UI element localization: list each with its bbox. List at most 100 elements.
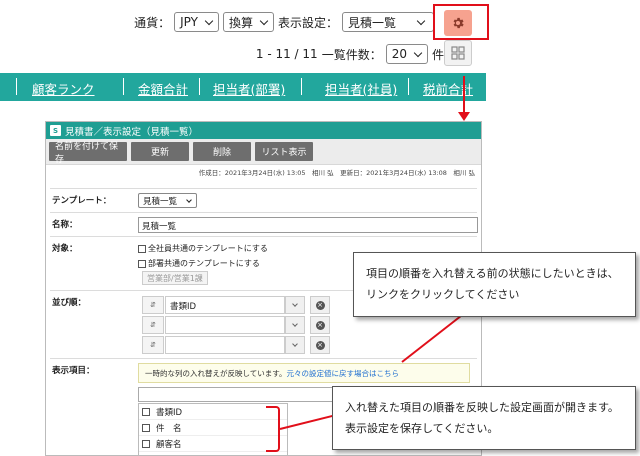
list-toolbar: 通貨： JPY 換算 表示設定： 見積一覧 1 - 11 / 11 一覧件数： … [0,0,486,70]
chevron-down-icon [292,301,298,307]
dept-checkbox[interactable]: 部署共通のテンプレートにする [138,258,260,269]
dialog-title: 見積書／表示設定（見積一覧） [65,126,199,138]
column-header-bar: 顧客ランク 金額合計 担当者(部署) 担当者(社員) 税前合計 [0,73,486,101]
template-select[interactable]: 見積一覧 [138,193,198,208]
display-setting-select[interactable]: 見積一覧 [341,12,434,32]
display-setting-label: 表示設定： [277,15,338,30]
restore-original-link[interactable]: 元々の設定値に戻す場合はこちら [287,369,400,378]
chevron-down-icon [204,16,214,25]
sort-field-2[interactable] [165,316,285,334]
save-as-button[interactable]: 名前を付けて保存 [49,142,127,165]
divider [199,78,200,95]
remove-icon: × [315,320,325,330]
layout-toggle-button[interactable] [444,40,472,66]
divider [301,78,302,95]
list-item[interactable]: 顧客名 [139,436,287,452]
remove-sort-3[interactable]: × [310,336,330,354]
divider [123,78,124,95]
checkbox-box [142,407,150,416]
currency-select-value: JPY [180,15,198,29]
callout-line: 項目の順番を入れ替える前の状態にしたいときは、 [366,267,619,280]
sort-handle-icon[interactable]: ⇵ [142,316,164,334]
list-item-label: 顧客名 [156,439,182,450]
dept-select: 営業部/営業1課 [142,271,208,285]
per-page-unit: 件 [431,47,444,62]
checkbox-box [142,439,150,448]
dialog-action-bar: 名前を付けて保存 更新 削除 リスト表示 [46,139,481,165]
callout-save-hint: 入れ替えた項目の順番を反映した設定画面が開きます。 表示設定を保存してください。 [332,386,636,450]
callout-line: リンクをクリックしてください [366,288,520,301]
sort-field-1[interactable]: 書類ID [165,296,285,314]
per-page-value: 20 [391,47,407,61]
delete-button[interactable]: 削除 [193,142,251,161]
update-button[interactable]: 更新 [131,142,189,161]
chevron-down-icon [186,196,192,203]
target-label: 対象： [52,244,78,254]
checkbox-box [138,259,146,268]
currency-select[interactable]: JPY [174,12,219,32]
grid-icon [451,46,465,60]
name-row: 名称： 見積一覧 [50,212,478,236]
sort-field-3[interactable] [165,336,285,354]
list-item[interactable]: 書類ID [139,404,287,420]
chevron-down-icon [292,321,298,327]
record-meta: 作成日：2021年3月24日(水) 13:05 相川 弘 更新日：2021年3月… [198,169,475,177]
highlight-frame [433,4,489,40]
chevron-down-icon [416,16,426,25]
name-input[interactable]: 見積一覧 [138,217,478,233]
chevron-down-icon [413,48,423,57]
range-text: 1 - 11 / 11 [255,47,318,61]
all-staff-label: 全社員共通のテンプレートにする [148,244,268,253]
per-page-select[interactable]: 20 [385,44,428,64]
sort-row-1: ⇵ 書類ID × [142,296,332,314]
name-label: 名称： [52,220,78,230]
per-page-label: 一覧件数： [321,47,382,62]
remove-icon: × [315,300,325,310]
list-item[interactable]: 件 名 [139,420,287,436]
divider [16,78,17,95]
all-staff-checkbox[interactable]: 全社員共通のテンプレートにする [138,243,268,254]
list-view-button[interactable]: リスト表示 [255,142,313,161]
chevron-down-icon [259,16,269,25]
sort-row-2: ⇵ × [142,316,332,334]
checkbox-box [142,423,150,432]
remove-sort-1[interactable]: × [310,296,330,314]
conversion-select[interactable]: 換算 [222,12,274,32]
template-row: テンプレート： 見積一覧 [50,188,477,212]
list-item-label: 書類ID [156,407,183,418]
template-value: 見積一覧 [143,196,178,207]
display-items-label: 表示項目： [52,366,95,376]
column-amount-total[interactable]: 金額合計 [138,79,188,98]
remove-sort-2[interactable]: × [310,316,330,334]
sort-order-label: 並び順： [52,298,87,308]
sort-dropdown-2[interactable] [285,316,305,334]
sort-dropdown-1[interactable] [285,296,305,314]
currency-label: 通貨： [134,15,171,30]
dept-label: 部署共通のテンプレートにする [148,259,260,268]
pointer-arrow [463,76,465,116]
app-icon: S [50,125,61,136]
template-label: テンプレート： [52,196,112,206]
dialog-title-bar: S 見積書／表示設定（見積一覧） [46,122,481,139]
display-setting-value: 見積一覧 [347,15,396,30]
remove-icon: × [315,340,325,350]
column-staff-employee[interactable]: 担当者(社員) [325,79,397,98]
sort-handle-icon[interactable]: ⇵ [142,336,164,354]
list-item-label: 件 名 [156,423,182,434]
sort-handle-icon[interactable]: ⇵ [142,296,164,314]
callout-restore-hint: 項目の順番を入れ替える前の状態にしたいときは、 リンクをクリックしてください [353,252,636,317]
temporary-order-notice: 一時的な列の入れ替えが反映しています。元々の設定値に戻す場合はこちら [138,363,470,383]
column-pretax-total[interactable]: 税前合計 [423,79,473,98]
sort-row-3: ⇵ × [142,336,332,354]
column-staff-dept[interactable]: 担当者(部署) [213,79,285,98]
sort-dropdown-3[interactable] [285,336,305,354]
toolbar-row-settings: 通貨： JPY 換算 表示設定： 見積一覧 [134,12,434,32]
notice-text: 一時的な列の入れ替えが反映しています。 [145,369,287,378]
callout-line: 入れ替えた項目の順番を反映した設定画面が開きます。 [345,401,619,414]
column-customer-rank[interactable]: 顧客ランク [32,79,95,98]
callout-line: 表示設定を保存してください。 [345,422,499,435]
items-bracket [266,406,280,452]
chevron-down-icon [292,341,298,347]
toolbar-row-paging: 1 - 11 / 11 一覧件数： 20 件 [256,44,444,64]
divider [408,78,409,95]
